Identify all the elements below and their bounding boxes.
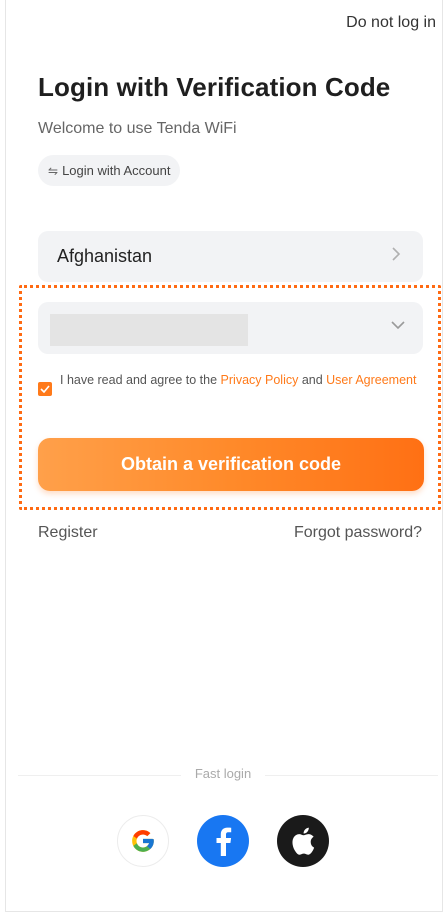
country-selector[interactable]: Afghanistan (38, 231, 423, 282)
user-agreement-link[interactable]: User Agreement (326, 373, 416, 387)
social-login-row (0, 815, 446, 867)
apple-icon (292, 827, 315, 855)
skip-login-link[interactable]: Do not log in (346, 14, 436, 32)
obtain-code-button[interactable]: Obtain a verification code (38, 438, 424, 491)
facebook-login-button[interactable] (197, 815, 249, 867)
facebook-icon (216, 827, 232, 856)
apple-login-button[interactable] (277, 815, 329, 867)
swap-icon: ⇋ (48, 163, 59, 178)
agreement-text: I have read and agree to the Privacy Pol… (60, 370, 416, 396)
agreement-row: I have read and agree to the Privacy Pol… (38, 370, 423, 396)
check-icon (40, 385, 50, 393)
login-with-account-button[interactable]: ⇋ Login with Account (38, 155, 181, 186)
register-link[interactable]: Register (38, 524, 98, 542)
country-value: Afghanistan (57, 246, 153, 266)
page-subtitle: Welcome to use Tenda WiFi (38, 120, 237, 137)
page-title: Login with Verification Code (38, 72, 391, 102)
redacted-account-value (50, 314, 248, 346)
chevron-down-icon (391, 321, 405, 330)
fast-login-label-row: Fast login (0, 766, 446, 781)
forgot-password-link[interactable]: Forgot password? (294, 524, 422, 542)
google-icon (132, 830, 154, 852)
agreement-and: and (298, 373, 327, 387)
account-dropdown[interactable] (38, 302, 423, 354)
agreement-prefix: I have read and agree to the (60, 373, 221, 387)
fast-login-label: Fast login (180, 766, 266, 781)
privacy-policy-link[interactable]: Privacy Policy (221, 373, 299, 387)
login-with-account-label: Login with Account (62, 163, 171, 178)
agreement-checkbox[interactable] (38, 382, 52, 396)
chevron-right-icon (391, 247, 401, 266)
google-login-button[interactable] (117, 815, 169, 867)
